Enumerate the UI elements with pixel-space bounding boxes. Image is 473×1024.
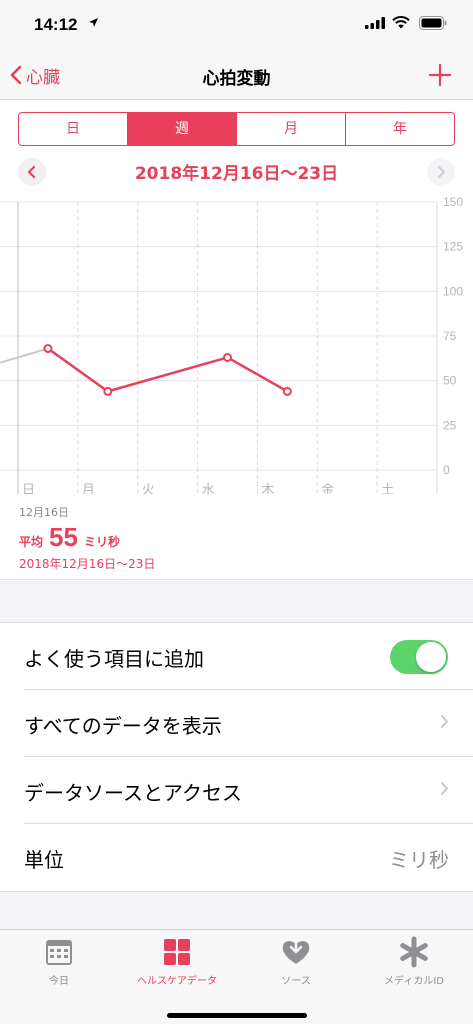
series-line [47,347,288,393]
home-indicator [167,1013,307,1018]
previous-period-line [0,347,49,364]
toggle-knob [416,642,446,672]
page-title: 心拍変動 [202,69,271,89]
data-point [43,344,53,354]
x-tick-label: 土 [381,483,394,494]
screen: 14:12 心臓 心拍変動 日 週 月 年 2018年12月16日〜23日 15… [0,0,473,1024]
nav-bar: 心臓 心拍変動 [0,50,473,100]
cellular-signal-icon [365,17,385,29]
back-label: 心臓 [26,67,60,88]
y-tick-label: 100 [443,284,463,298]
chevron-right-icon [437,165,446,179]
status-bar: 14:12 [0,0,473,50]
data-point [223,352,232,362]
back-button[interactable]: 心臓 [10,60,60,90]
y-tick-label: 0 [443,463,450,477]
chevron-right-icon [441,715,448,728]
next-period-button[interactable] [427,158,455,186]
unit-row[interactable]: 単位 ミリ秒 [24,824,473,891]
average-value: 55 [49,522,78,552]
unit-label: 単位 [24,848,64,872]
y-tick-label: 25 [443,418,457,432]
tab-medical-id[interactable]: メディカルID [355,936,473,987]
sources-access-label: データソースとアクセス [24,781,242,805]
show-all-data-row[interactable]: すべてのデータを表示 [24,690,473,757]
favorite-row: よく使う項目に追加 [24,623,473,690]
segment-week[interactable]: 週 [128,113,237,145]
previous-period-button[interactable] [18,158,46,186]
data-point [103,386,113,396]
status-time: 14:12 [34,15,78,34]
average-label: 平均 [19,535,44,549]
period-selector: 日 週 月 年 2018年12月16日〜23日 [0,100,473,194]
unit-value: ミリ秒 [389,848,449,872]
x-tick-label: 水 [202,483,215,494]
hrv-chart[interactable]: 150 125 100 75 50 25 0 日 月 火 水 木 金 土 [0,194,473,494]
tab-health-data-label: ヘルスケアデータ [137,976,217,987]
y-tick-label: 50 [443,374,457,388]
y-tick-label: 75 [443,329,457,343]
asterisk-icon [400,936,428,968]
date-range-title: 2018年12月16日〜23日 [134,164,339,184]
tab-health-data[interactable]: ヘルスケアデータ [118,936,236,987]
show-all-data-label: すべてのデータを表示 [24,714,222,738]
average-unit: ミリ秒 [83,535,120,549]
tab-today[interactable]: 今日 [0,936,118,987]
y-tick-label: 150 [443,195,463,209]
favorite-toggle[interactable] [390,640,448,674]
range-row: 2018年12月16日〜23日 [0,152,473,190]
data-point [282,386,292,396]
tab-sources[interactable]: ソース [237,936,355,987]
tab-bar: 今日 ヘルスケアデータ ソース メディカルID [0,929,473,1024]
x-tick-label: 火 [142,483,155,494]
segment-month[interactable]: 月 [237,113,346,145]
calendar-icon [46,940,72,965]
segmented-control: 日 週 月 年 [18,112,455,146]
options-list: よく使う項目に追加 すべてのデータを表示 データソースとアクセス 単位 ミリ秒 [0,622,473,892]
favorite-label: よく使う項目に追加 [24,647,204,671]
heart-download-icon [282,937,310,964]
add-button[interactable] [425,60,455,90]
tab-today-label: 今日 [49,976,69,987]
y-tick-label: 125 [443,240,463,254]
x-tick-label: 金 [321,482,334,494]
segment-day[interactable]: 日 [19,113,128,145]
chevron-right-icon [441,782,448,795]
chart-area: 150 125 100 75 50 25 0 日 月 火 水 木 金 土 12月16日 平均 55 ミリ秒… [0,194,473,580]
chart-x-sublabel: 12月16日 [19,506,69,519]
location-arrow-icon [89,18,98,27]
chevron-left-icon [10,65,22,85]
wifi-icon [392,16,410,29]
x-tick-label: 月 [82,483,95,494]
segment-year[interactable]: 年 [346,113,454,145]
tab-sources-label: ソース [281,976,311,987]
average-range: 2018年12月16日〜23日 [19,557,156,571]
tab-medical-id-label: メディカルID [384,976,444,987]
grid-icon [164,939,190,965]
chevron-left-icon [27,165,36,179]
battery-icon [419,16,447,30]
x-tick-label: 木 [261,483,274,494]
sources-access-row[interactable]: データソースとアクセス [24,757,473,824]
x-tick-label: 日 [22,483,35,494]
average-summary: 平均 55 ミリ秒 [19,522,120,553]
